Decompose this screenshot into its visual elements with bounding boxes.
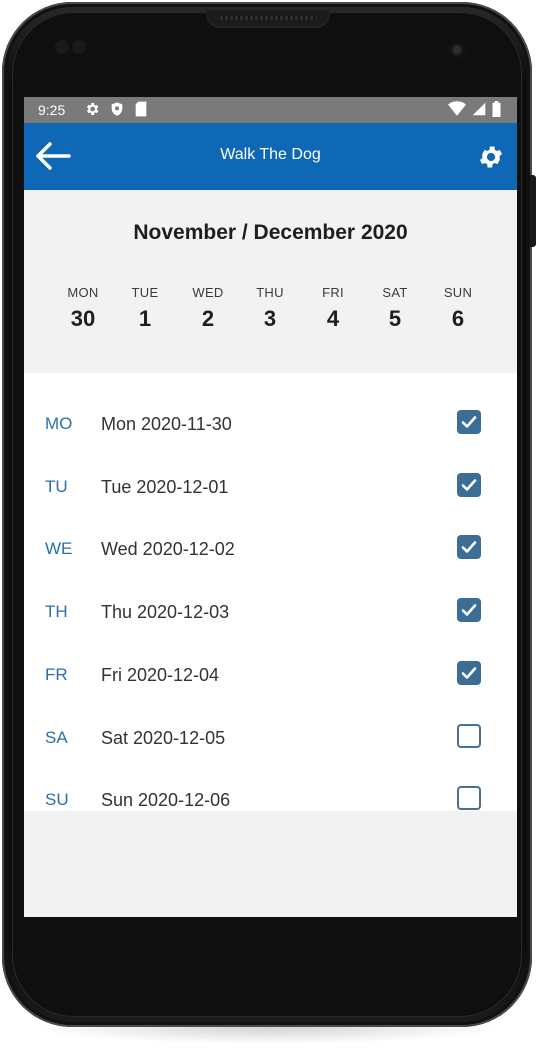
battery-icon [492, 101, 501, 122]
proximity-sensor [55, 40, 69, 54]
day-name: WED [192, 285, 224, 300]
list-item[interactable]: SU Sun 2020-12-06 [24, 779, 517, 819]
day-abbreviation: MO [45, 414, 73, 433]
day-abbreviation: TH [45, 602, 68, 621]
day-number: 4 [326, 306, 340, 331]
earpiece-speaker [206, 10, 330, 28]
day-name: MON [67, 285, 99, 300]
day-column-fri[interactable]: FRI 4 [303, 285, 363, 332]
date-label: Sat 2020-12-05 [101, 728, 226, 748]
list-item[interactable]: FR Fri 2020-12-04 [24, 654, 517, 694]
date-label: Thu 2020-12-03 [101, 602, 230, 622]
checkbox[interactable] [457, 535, 481, 559]
checkbox[interactable] [457, 786, 481, 810]
date-label: Mon 2020-11-30 [101, 414, 232, 434]
day-column-sun[interactable]: SUN 6 [428, 285, 488, 332]
power-button[interactable] [530, 175, 536, 247]
date-label: Fri 2020-12-04 [101, 665, 220, 685]
day-number: 2 [201, 306, 215, 331]
day-abbreviation: SU [45, 790, 69, 809]
wifi-icon [448, 101, 466, 122]
day-name: SUN [443, 285, 473, 300]
shield-icon [109, 101, 125, 122]
day-number: 5 [388, 306, 402, 331]
day-name: FRI [322, 285, 344, 300]
screen: 9:25 Walk The Dog November / December 20… [24, 97, 517, 917]
list-item[interactable]: MO Mon 2020-11-30 [24, 403, 517, 443]
app-title: Walk The Dog [220, 146, 321, 163]
list-item[interactable]: WE Wed 2020-12-02 [24, 528, 517, 568]
list-item[interactable]: TH Thu 2020-12-03 [24, 591, 517, 631]
day-name: THU [256, 285, 284, 300]
week-header: November / December 2020 MON 30 TUE 1 WE… [24, 190, 517, 373]
app-bar: Walk The Dog [24, 123, 517, 190]
gear-icon [84, 101, 100, 122]
gear-icon [477, 146, 505, 175]
settings-button[interactable] [477, 143, 505, 171]
day-number: 6 [451, 306, 465, 331]
day-name: TUE [131, 285, 159, 300]
day-list: MO Mon 2020-11-30 TU Tue 2020-12-01 WE W… [24, 373, 517, 811]
day-abbreviation: TU [45, 477, 68, 496]
sd-card-icon [134, 101, 148, 122]
day-column-wed[interactable]: WED 2 [178, 285, 238, 332]
list-item[interactable]: TU Tue 2020-12-01 [24, 466, 517, 506]
day-number: 30 [70, 306, 96, 331]
date-label: Sun 2020-12-06 [101, 790, 231, 810]
light-sensor [72, 40, 86, 54]
day-column-sat[interactable]: SAT 5 [365, 285, 425, 332]
checkbox[interactable] [457, 661, 481, 685]
day-column-thu[interactable]: THU 3 [240, 285, 300, 332]
front-camera [447, 40, 467, 60]
day-column-tue[interactable]: TUE 1 [115, 285, 175, 332]
checkbox[interactable] [457, 473, 481, 497]
signal-icon [472, 101, 486, 122]
day-number: 1 [138, 306, 152, 331]
day-column-mon[interactable]: MON 30 [53, 285, 113, 332]
month-title: November / December 2020 [133, 221, 408, 244]
checkbox[interactable] [457, 410, 481, 434]
list-item[interactable]: SA Sat 2020-12-05 [24, 717, 517, 757]
checkbox[interactable] [457, 724, 481, 748]
date-label: Tue 2020-12-01 [101, 477, 229, 497]
week-days: MON 30 TUE 1 WED 2 THU 3 FRI 4 SAT 5 SUN… [50, 285, 496, 335]
day-abbreviation: SA [45, 728, 68, 747]
status-bar: 9:25 [24, 97, 517, 123]
date-label: Wed 2020-12-02 [101, 539, 235, 559]
status-time: 9:25 [38, 102, 66, 118]
day-name: SAT [382, 285, 408, 300]
day-abbreviation: FR [45, 665, 68, 684]
day-abbreviation: WE [45, 539, 73, 558]
checkbox[interactable] [457, 598, 481, 622]
day-number: 3 [263, 306, 277, 331]
